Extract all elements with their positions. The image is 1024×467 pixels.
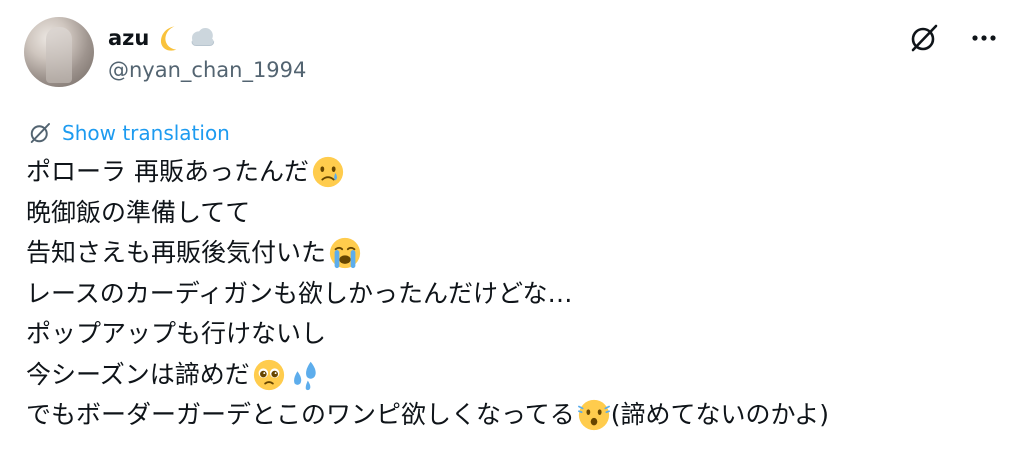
tweet-line: レースのカーディガンも欲しかったんだけどな…	[26, 274, 1006, 315]
more-icon	[972, 35, 996, 41]
tweet-line-text: 晩御飯の準備してて	[26, 197, 251, 227]
grok-button[interactable]	[904, 18, 944, 58]
tweet-line: ポップアップも行けないし	[26, 314, 1006, 355]
anxious-face-icon	[577, 400, 610, 431]
tweet-line: でもボーダーガーデとこのワンピ欲しくなってる (諦めてないのかよ)	[26, 395, 1006, 436]
sweat-droplets-icon	[293, 361, 316, 390]
loudly-crying-face-icon	[329, 238, 361, 269]
tweet-line: 晩御飯の準備してて	[26, 193, 1006, 234]
tweet-line-text: レースのカーディガンも欲しかったんだけどな…	[26, 278, 573, 308]
avatar[interactable]	[24, 17, 94, 87]
tweet-top-actions	[904, 18, 1004, 58]
grok-translate-icon	[30, 123, 50, 143]
show-translation-link[interactable]: Show translation	[62, 121, 230, 145]
more-button[interactable]	[964, 18, 1004, 58]
cloud-icon	[191, 28, 215, 46]
tweet-line-suffix: (諦めてないのかよ)	[610, 400, 830, 429]
tweet-text: ポローラ 再販あったんだ 晩御飯の準備してて 告知さえも再販後気付いた レースの…	[26, 152, 1006, 436]
tweet-line-text: 今シーズンは諦めだ	[26, 359, 250, 389]
tweet-line: 告知さえも再販後気付いた	[26, 233, 1006, 274]
translation-row: Show translation	[28, 118, 230, 148]
author-handle[interactable]: @nyan_chan_1994	[108, 58, 306, 82]
crescent-moon-icon	[161, 26, 177, 51]
tweet-line-text: でもボーダーガーデとこのワンピ欲しくなってる	[26, 400, 575, 429]
author-name-row: azu	[108, 22, 217, 54]
author-display-name[interactable]: azu	[108, 26, 149, 50]
tweet-line-text: ポップアップも行けないし	[26, 319, 327, 348]
crying-face-icon	[312, 157, 344, 188]
tweet-line: ポローラ 再販あったんだ	[26, 152, 1006, 193]
tweet-line-text: 告知さえも再販後気付いた	[26, 238, 327, 267]
pleading-face-icon	[253, 359, 284, 390]
grok-icon	[911, 24, 938, 52]
tweet-line-text: ポローラ 再販あったんだ	[26, 157, 309, 186]
tweet-line: 今シーズンは諦めだ	[26, 355, 1006, 396]
